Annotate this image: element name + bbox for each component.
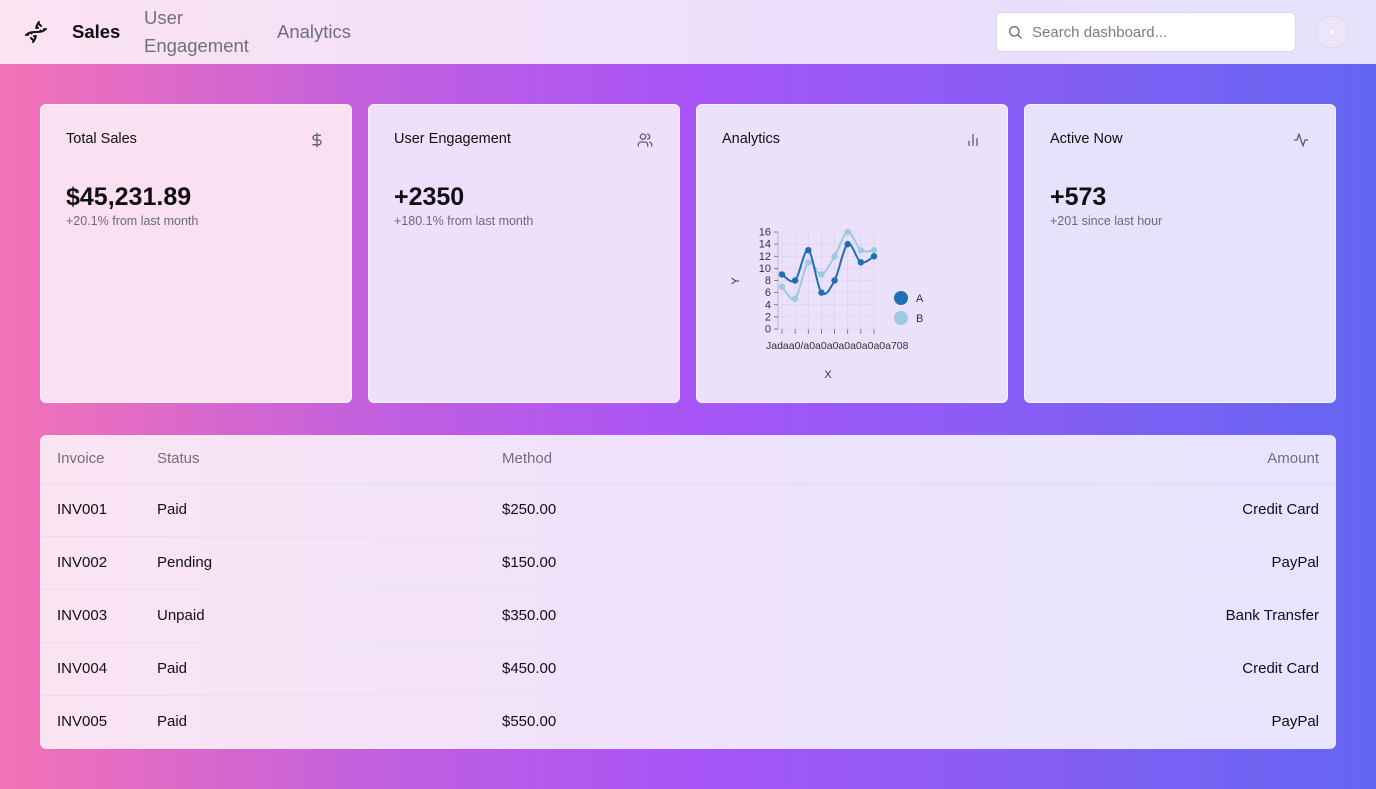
search-icon (1009, 26, 1022, 39)
user-engagement-card: User Engagement +2350 +180.1% from last … (368, 104, 680, 403)
dollar-icon (312, 132, 322, 148)
legend-label-a: A (916, 293, 924, 305)
nav-item-analytics[interactable]: Analytics (277, 18, 377, 46)
data-point-b (844, 228, 851, 236)
search-box[interactable] (996, 12, 1296, 52)
avatar-dot (1330, 30, 1334, 34)
data-point-a (857, 259, 865, 266)
avatar[interactable] (1316, 16, 1348, 48)
card-subtext: +20.1% from last month (66, 214, 199, 228)
invoice-table-card: Invoice Status Method Amount INV001 Paid… (40, 435, 1336, 749)
invoice-cell: INV003 (40, 589, 157, 643)
invoice-cell: INV002 (40, 536, 157, 590)
legend-swatch-b (894, 311, 908, 325)
card-subtext: +180.1% from last month (394, 214, 534, 228)
y-tick-label: 2 (765, 311, 771, 323)
amount-cell: Bank Transfer (1142, 589, 1336, 643)
nav-item-sales[interactable]: Sales (72, 18, 132, 46)
y-tick-label: 4 (765, 299, 771, 311)
amount-cell: Credit Card (1142, 642, 1336, 696)
amount-cell: PayPal (1271, 713, 1319, 731)
card-title: Total Sales (66, 131, 137, 147)
users-icon (637, 133, 653, 147)
method-cell: $150.00 (502, 536, 1142, 590)
table-header-row: Invoice Status Method Amount (40, 435, 1336, 484)
total-sales-card: Total Sales $45,231.89 +20.1% from last … (40, 104, 352, 403)
invoice-cell: INV004 (40, 642, 157, 696)
column-header-status[interactable]: Status (157, 435, 502, 484)
card-title: Active Now (1050, 131, 1123, 147)
x-axis-title: X (824, 369, 832, 381)
y-tick-label: 8 (765, 275, 771, 287)
method-cell: $350.00 (502, 589, 1142, 643)
dna-icon[interactable] (24, 20, 48, 44)
legend-swatch-a (894, 291, 908, 305)
column-header-method[interactable]: Method (502, 435, 1142, 484)
analytics-line-chart: 0246810121416 Jadaa0/a0a0a0a0a0a0a0a708 Y X… (730, 227, 924, 382)
nav-item-user-engagement[interactable]: User Engagement (144, 4, 264, 60)
amount-cell: Credit Card (1142, 483, 1336, 537)
legend-label-b: B (916, 313, 923, 325)
data-point-a (870, 253, 878, 260)
data-point-b (778, 283, 786, 290)
table-row[interactable]: INV002 Pending $150.00 PayPal (40, 536, 1336, 590)
active-now-card: Active Now +573 +201 since last hour (1024, 104, 1336, 403)
table-row[interactable]: INV005 Paid $550.00 PayPal (40, 695, 1336, 748)
status-cell: Paid (157, 713, 188, 731)
data-point-a (844, 240, 851, 248)
status-cell: Pending (157, 536, 502, 590)
data-point-a (778, 271, 786, 278)
activity-icon (1293, 133, 1309, 147)
data-point-b (791, 295, 799, 302)
analytics-card: Analytics 0 2 4 6 8 10 12 14 16 Jadaa0/a0a0a0a0a0… (696, 104, 1008, 403)
card-title: User Engagement (394, 131, 511, 147)
card-value: $45,231.89 (66, 183, 192, 211)
y-tick-label: 16 (759, 227, 771, 239)
table-row[interactable]: INV004 Paid $450.00 Credit Card (40, 642, 1336, 696)
invoice-cell: INV005 (57, 713, 108, 731)
card-value: +2350 (394, 183, 465, 211)
method-cell: $250.00 (502, 483, 1142, 537)
data-point-b (818, 271, 825, 278)
table-row[interactable]: INV003 Unpaid $350.00 Bank Transfer (40, 589, 1336, 643)
invoice-table: Invoice Status Method Amount INV001 Paid… (40, 435, 1336, 748)
amount-cell: PayPal (1142, 536, 1336, 590)
data-point-b (805, 259, 812, 266)
data-point-a (805, 246, 812, 254)
y-tick-label: 10 (759, 263, 771, 275)
card-subtext: +201 since last hour (1050, 214, 1163, 228)
method-cell: $550.00 (502, 713, 557, 731)
data-point-b (857, 246, 865, 254)
x-tick-labels: Jadaa0/a0a0a0a0a0a0a0a708 (766, 340, 909, 352)
y-tick-label: 12 (759, 251, 771, 263)
data-point-b (831, 253, 838, 260)
card-value: +573 (1050, 183, 1107, 211)
data-point-a (831, 277, 838, 284)
y-tick-label: 0 (765, 324, 771, 336)
series-line-b (781, 231, 875, 301)
data-point-a (818, 289, 825, 296)
column-header-invoice[interactable]: Invoice (40, 435, 157, 484)
y-tick-label: 6 (765, 287, 771, 299)
invoice-cell: INV001 (40, 483, 157, 537)
top-navigation-bar: Sales User Engagement Analytics (0, 0, 1376, 64)
status-cell: Paid (157, 642, 502, 696)
y-tick-label: 14 (759, 239, 771, 251)
column-header-amount[interactable]: Amount (1142, 435, 1336, 484)
data-point-b (870, 246, 878, 254)
status-cell: Paid (157, 483, 502, 537)
method-cell: $450.00 (502, 642, 1142, 696)
table-row[interactable]: INV001 Paid $250.00 Credit Card (40, 483, 1336, 537)
status-cell: Unpaid (157, 589, 502, 643)
data-point-a (791, 277, 799, 284)
y-axis-title: Y (730, 277, 742, 285)
search-input[interactable] (1032, 23, 1282, 41)
